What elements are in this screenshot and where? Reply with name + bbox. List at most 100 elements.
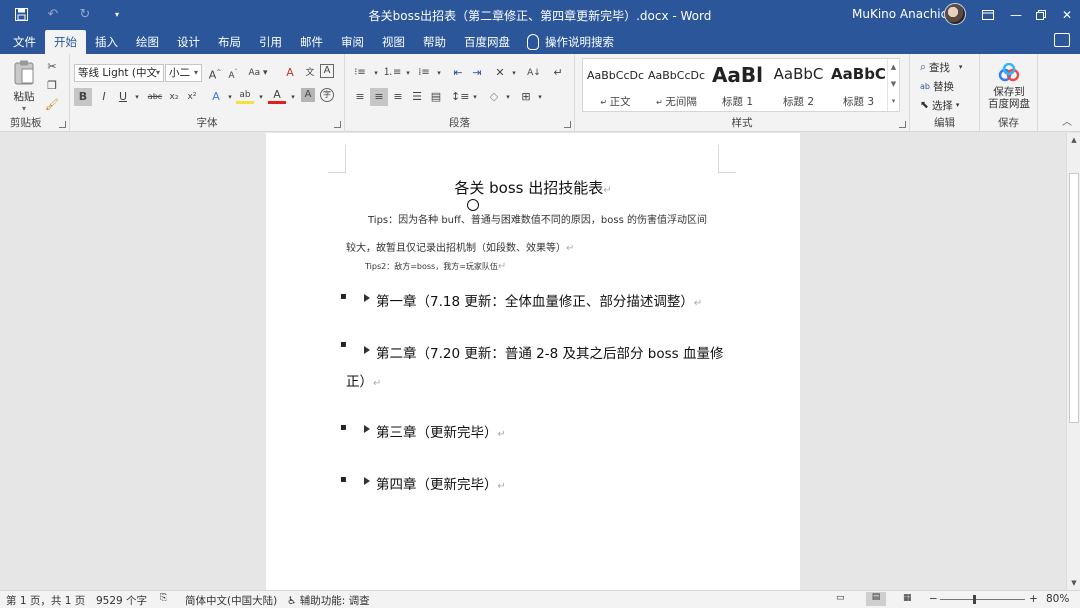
user-name[interactable]: MuKino Anachico bbox=[852, 7, 955, 21]
decrease-indent-icon[interactable]: ⇤ bbox=[449, 64, 467, 82]
strikethrough-button[interactable]: abc bbox=[144, 88, 166, 106]
distributed-icon[interactable]: ▤ bbox=[427, 88, 445, 106]
page-count[interactable]: 第 1 页，共 1 页 bbox=[6, 593, 85, 608]
grow-font-icon[interactable]: A^ bbox=[206, 64, 224, 82]
align-center-icon[interactable]: ≡ bbox=[370, 88, 388, 106]
collapse-triangle-icon[interactable] bbox=[364, 477, 370, 485]
redo-icon[interactable]: ↻ bbox=[72, 4, 98, 26]
style-normal[interactable]: AaBbCcDc ↵ 正文 bbox=[585, 59, 646, 111]
tab-baidu-netdisk[interactable]: 百度网盘 bbox=[455, 29, 519, 54]
tab-home[interactable]: 开始 bbox=[45, 30, 86, 54]
enclose-characters-icon[interactable]: 字 bbox=[320, 88, 334, 102]
paste-button[interactable]: 粘贴 ▾ bbox=[8, 58, 40, 114]
collapse-triangle-icon[interactable] bbox=[364, 294, 370, 302]
close-icon[interactable]: ✕ bbox=[1054, 0, 1080, 29]
chapter-1-heading[interactable]: 第一章（7.18 更新：全体血量修正、部分描述调整）↵ bbox=[376, 290, 702, 310]
tab-layout[interactable]: 布局 bbox=[209, 29, 250, 54]
tab-mailings[interactable]: 邮件 bbox=[291, 29, 332, 54]
tab-help[interactable]: 帮助 bbox=[414, 29, 455, 54]
italic-button[interactable]: I bbox=[95, 88, 113, 106]
tab-draw[interactable]: 绘图 bbox=[127, 29, 168, 54]
save-to-baidu-button[interactable]: 保存到 百度网盘 bbox=[984, 58, 1034, 114]
minimize-icon[interactable]: — bbox=[1003, 0, 1029, 29]
select-button[interactable]: ⬉ 选择 ▾ bbox=[920, 96, 959, 114]
tab-insert[interactable]: 插入 bbox=[86, 29, 127, 54]
style-no-spacing[interactable]: AaBbCcDc ↵ 无间隔 bbox=[646, 59, 707, 111]
subscript-button[interactable]: x₂ bbox=[165, 88, 183, 106]
font-size-combo[interactable]: 小二 ▾ bbox=[165, 64, 202, 82]
tell-me-search[interactable]: 操作说明搜索 bbox=[527, 29, 614, 54]
show-marks-icon[interactable]: ↵ bbox=[549, 64, 567, 82]
collapse-triangle-icon[interactable] bbox=[364, 346, 370, 354]
restore-icon[interactable] bbox=[1028, 0, 1054, 29]
cut-icon[interactable]: ✂ bbox=[43, 58, 61, 76]
align-right-icon[interactable]: ≡ bbox=[389, 88, 407, 106]
paste-dropdown-icon[interactable]: ▾ bbox=[22, 104, 26, 113]
tab-review[interactable]: 审阅 bbox=[332, 29, 373, 54]
tab-design[interactable]: 设计 bbox=[168, 29, 209, 54]
chinese-layout-dropdown-icon[interactable]: ▾ bbox=[505, 64, 523, 82]
replace-button[interactable]: ab 替换 bbox=[920, 77, 954, 95]
collapse-ribbon-icon[interactable]: ︿ bbox=[1062, 113, 1072, 128]
format-painter-icon[interactable]: 🖌 bbox=[43, 96, 61, 114]
phonetic-guide-icon[interactable]: 文 bbox=[301, 64, 319, 82]
tab-references[interactable]: 引用 bbox=[250, 29, 291, 54]
language[interactable]: 简体中文(中国大陆) bbox=[185, 593, 277, 608]
multilevel-dropdown-icon[interactable]: ▾ bbox=[430, 64, 448, 82]
styles-up-icon[interactable]: ▲ bbox=[888, 59, 899, 76]
avatar[interactable] bbox=[944, 3, 966, 25]
borders-dropdown-icon[interactable]: ▾ bbox=[531, 88, 549, 106]
styles-more-icon[interactable]: ▾ bbox=[888, 93, 899, 110]
read-mode-icon[interactable]: ▭ bbox=[836, 593, 845, 603]
accessibility-status[interactable]: ♿︎ 辅助功能: 调查 bbox=[287, 593, 370, 608]
word-count[interactable]: 9529 个字 bbox=[96, 593, 147, 608]
bold-button[interactable]: B bbox=[74, 88, 92, 106]
paragraph-launcher-icon[interactable] bbox=[564, 121, 571, 128]
document-page[interactable]: 各关 boss 出招技能表↵ Tips：因为各种 buff、普通与困难数值不同的… bbox=[266, 133, 800, 590]
align-left-icon[interactable]: ≡ bbox=[351, 88, 369, 106]
superscript-button[interactable]: x² bbox=[183, 88, 201, 106]
web-layout-icon[interactable]: ▦ bbox=[903, 593, 912, 603]
style-heading-2[interactable]: AaBbC 标题 2 bbox=[768, 59, 829, 111]
clear-formatting-icon[interactable]: A bbox=[281, 64, 299, 82]
vertical-scrollbar[interactable]: ▲ ▼ bbox=[1066, 133, 1080, 590]
undo-icon[interactable]: ↶ bbox=[40, 4, 66, 26]
scroll-down-icon[interactable]: ▼ bbox=[1067, 576, 1080, 590]
sort-icon[interactable]: A↓ bbox=[525, 64, 543, 82]
proofing-icon[interactable]: ⎘ bbox=[160, 593, 167, 603]
ribbon-display-options-icon[interactable] bbox=[975, 0, 1001, 29]
font-name-combo[interactable]: 等线 Light (中文 ▾ bbox=[74, 64, 164, 82]
shrink-font-icon[interactable]: Aˇ bbox=[224, 64, 242, 82]
comments-icon[interactable] bbox=[1054, 33, 1070, 47]
styles-scroll[interactable]: ▲ ▼ ▾ bbox=[887, 59, 899, 111]
collapse-triangle-icon[interactable] bbox=[364, 425, 370, 433]
zoom-slider[interactable] bbox=[940, 599, 1025, 600]
style-heading-3[interactable]: AaBbC 标题 3 bbox=[828, 59, 889, 111]
chapter-3-heading[interactable]: 第三章（更新完毕）↵ bbox=[376, 421, 506, 441]
scroll-up-icon[interactable]: ▲ bbox=[1067, 133, 1080, 147]
shading-dropdown-icon[interactable]: ▾ bbox=[499, 88, 517, 106]
tab-view[interactable]: 视图 bbox=[373, 29, 414, 54]
tab-file[interactable]: 文件 bbox=[4, 29, 45, 54]
print-layout-icon[interactable]: ▤ bbox=[866, 592, 886, 606]
style-heading-1[interactable]: AaBl 标题 1 bbox=[707, 59, 768, 111]
find-button[interactable]: ⌕ 查找 ▾ bbox=[920, 58, 962, 76]
zoom-level[interactable]: 80% bbox=[1046, 593, 1069, 605]
copy-icon[interactable]: ❐ bbox=[43, 77, 61, 95]
customize-qat-icon[interactable]: ▾ bbox=[104, 4, 130, 26]
zoom-slider-knob[interactable] bbox=[973, 595, 976, 604]
zoom-in-icon[interactable]: + bbox=[1029, 593, 1038, 605]
font-launcher-icon[interactable] bbox=[334, 121, 341, 128]
line-spacing-dropdown-icon[interactable]: ▾ bbox=[466, 88, 484, 106]
clipboard-launcher-icon[interactable] bbox=[59, 121, 66, 128]
change-case-icon[interactable]: Aa ▾ bbox=[246, 64, 270, 82]
chapter-2-heading-cont[interactable]: 正）↵ bbox=[346, 370, 381, 390]
chapter-4-heading[interactable]: 第四章（更新完毕）↵ bbox=[376, 473, 506, 493]
justify-icon[interactable]: ☰ bbox=[408, 88, 426, 106]
scroll-thumb[interactable] bbox=[1069, 173, 1079, 423]
styles-launcher-icon[interactable] bbox=[899, 121, 906, 128]
character-shading-icon[interactable]: A bbox=[301, 88, 315, 102]
chapter-2-heading[interactable]: 第二章（7.20 更新：普通 2-8 及其之后部分 boss 血量修 bbox=[376, 342, 723, 362]
increase-indent-icon[interactable]: ⇥ bbox=[468, 64, 486, 82]
font-color-dropdown-icon[interactable]: ▾ bbox=[284, 88, 302, 106]
